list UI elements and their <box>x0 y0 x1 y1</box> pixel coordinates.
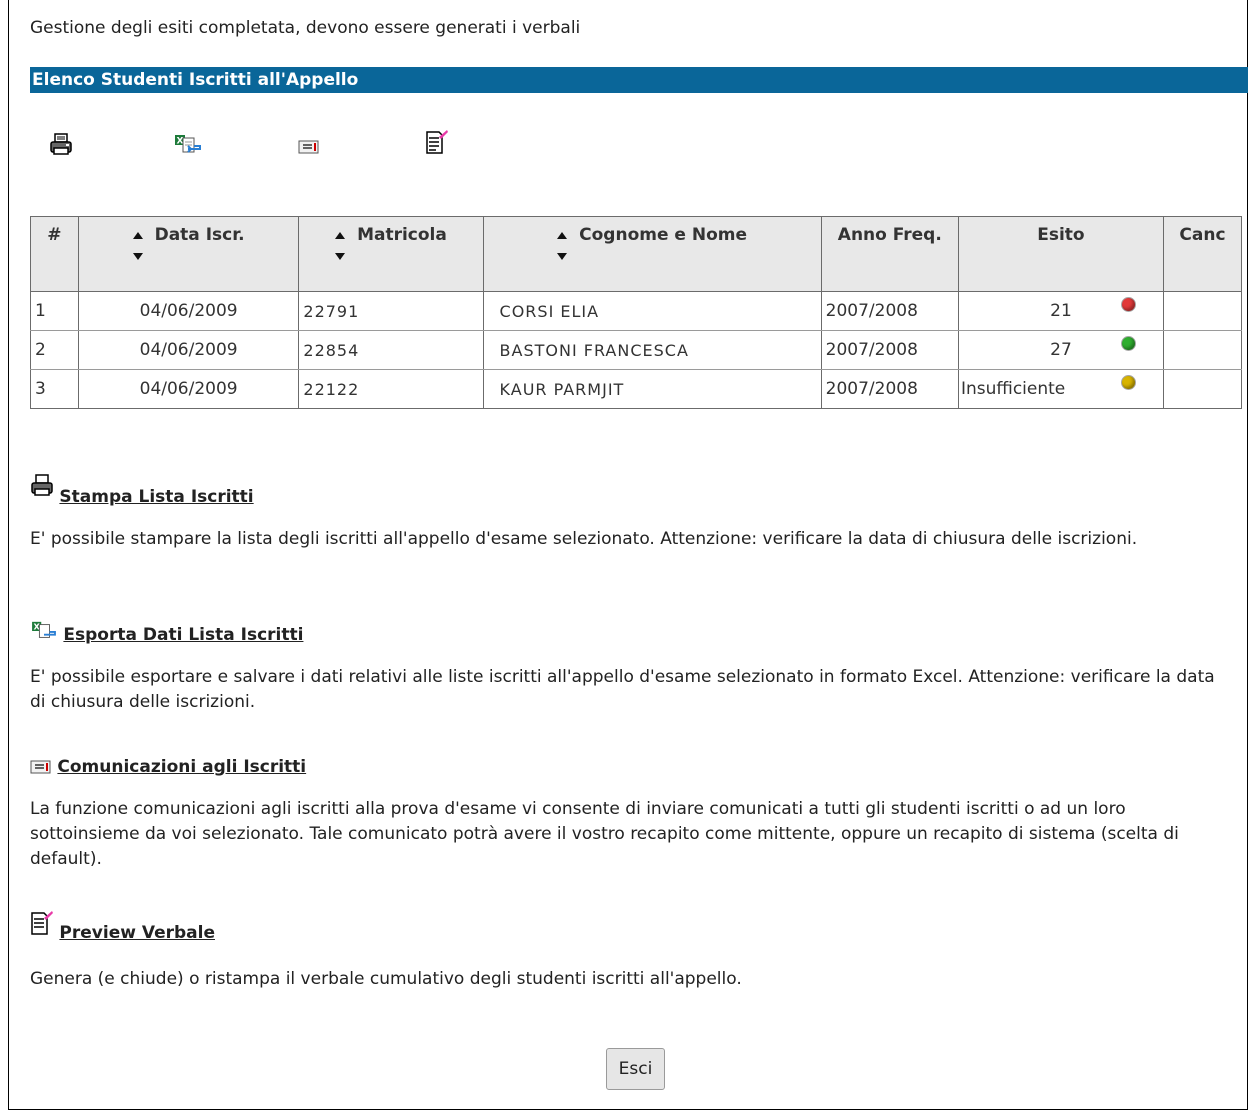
table-row: 3 04/06/2009 22122 KAUR PARMJIT 2007/200… <box>30 369 1243 409</box>
stampa-lista-link[interactable]: Stampa Lista Iscritti <box>59 487 253 507</box>
status-red-icon <box>1121 298 1135 311</box>
col-esito: Esito <box>957 216 1164 292</box>
col-data-iscr[interactable]: Data Iscr. <box>77 216 300 292</box>
sort-asc-icon[interactable] <box>335 231 346 239</box>
printer-icon[interactable] <box>49 133 73 162</box>
section-title: Elenco Studenti Iscritti all'Appello <box>30 67 1248 93</box>
esito-value: 21 <box>1050 301 1072 321</box>
esporta-dati-link[interactable]: Esporta Dati Lista Iscritti <box>63 625 303 645</box>
help-stampa: Stampa Lista Iscritti E' possibile stamp… <box>30 474 1217 552</box>
esporta-description: E' possibile esportare e salvare i dati … <box>30 667 1215 712</box>
status-message: Gestione degli esiti completata, devono … <box>30 18 581 38</box>
col-canc: Canc <box>1162 216 1243 292</box>
canc-cell <box>1162 291 1243 331</box>
col-number: # <box>30 216 79 292</box>
anno-freq-cell: 2007/2008 <box>820 369 959 409</box>
matricola-cell: 22791 <box>298 291 484 331</box>
page-frame: Gestione degli esiti completata, devono … <box>8 0 1248 1110</box>
row-number: 3 <box>30 369 79 409</box>
esci-button[interactable]: Esci <box>606 1048 665 1090</box>
row-number: 2 <box>30 330 79 370</box>
data-iscr-cell: 04/06/2009 <box>77 369 300 409</box>
help-preview: Preview Verbale Genera (e chiude) o rist… <box>30 911 1217 992</box>
sort-desc-icon[interactable] <box>132 253 143 260</box>
table-row: 2 04/06/2009 22854 BASTONI FRANCESCA 200… <box>30 330 1243 370</box>
name-cell: KAUR PARMJIT <box>482 369 822 409</box>
printer-icon <box>30 474 59 503</box>
edit-document-icon <box>30 911 59 941</box>
anno-freq-cell: 2007/2008 <box>820 291 959 331</box>
row-number: 1 <box>30 291 79 331</box>
status-green-icon <box>1121 337 1135 350</box>
preview-verbale-link[interactable]: Preview Verbale <box>59 923 215 943</box>
matricola-cell: 22122 <box>298 369 484 409</box>
table-row: 1 04/06/2009 22791 CORSI ELIA 2007/2008 … <box>30 291 1243 331</box>
col-cognome-nome[interactable]: Cognome e Nome <box>482 216 822 292</box>
message-icon[interactable] <box>298 139 320 159</box>
help-comunicazioni: Comunicazioni agli Iscritti La funzione … <box>30 757 1217 872</box>
anno-freq-cell: 2007/2008 <box>820 330 959 370</box>
sort-desc-icon[interactable] <box>557 253 568 260</box>
esito-value: 27 <box>1050 340 1072 360</box>
data-iscr-cell: 04/06/2009 <box>77 330 300 370</box>
data-iscr-cell: 04/06/2009 <box>77 291 300 331</box>
sort-desc-icon[interactable] <box>335 253 346 260</box>
sort-asc-icon[interactable] <box>132 231 143 239</box>
preview-description: Genera (e chiude) o ristampa il verbale … <box>30 969 742 989</box>
col-matricola[interactable]: Matricola <box>298 216 484 292</box>
stampa-description: E' possibile stampare la lista degli isc… <box>30 529 1138 549</box>
esito-cell: 27 <box>957 330 1164 370</box>
comunicazioni-description: La funzione comunicazioni agli iscritti … <box>30 799 1179 869</box>
canc-cell <box>1162 369 1243 409</box>
col-anno-freq: Anno Freq. <box>820 216 959 292</box>
svg-text:X: X <box>177 137 184 147</box>
help-esporta: X Esporta Dati Lista Iscritti E' possibi… <box>30 618 1217 715</box>
students-table: # Data Iscr. Matricola Cognome e Nome An… <box>30 216 1243 409</box>
sort-asc-icon[interactable] <box>557 231 568 239</box>
excel-export-icon[interactable]: X <box>174 133 202 162</box>
comunicazioni-link[interactable]: Comunicazioni agli Iscritti <box>57 757 306 777</box>
esito-cell: Insufficiente <box>957 369 1164 409</box>
esito-cell: 21 <box>957 291 1164 331</box>
matricola-cell: 22854 <box>298 330 484 370</box>
esito-value: Insufficiente <box>960 379 1066 399</box>
edit-document-icon[interactable] <box>425 129 449 160</box>
status-yellow-icon <box>1121 376 1135 389</box>
message-icon <box>30 759 57 779</box>
name-cell: CORSI ELIA <box>482 291 822 331</box>
excel-export-icon: X <box>30 622 63 647</box>
name-cell: BASTONI FRANCESCA <box>482 330 822 370</box>
canc-cell <box>1162 330 1243 370</box>
